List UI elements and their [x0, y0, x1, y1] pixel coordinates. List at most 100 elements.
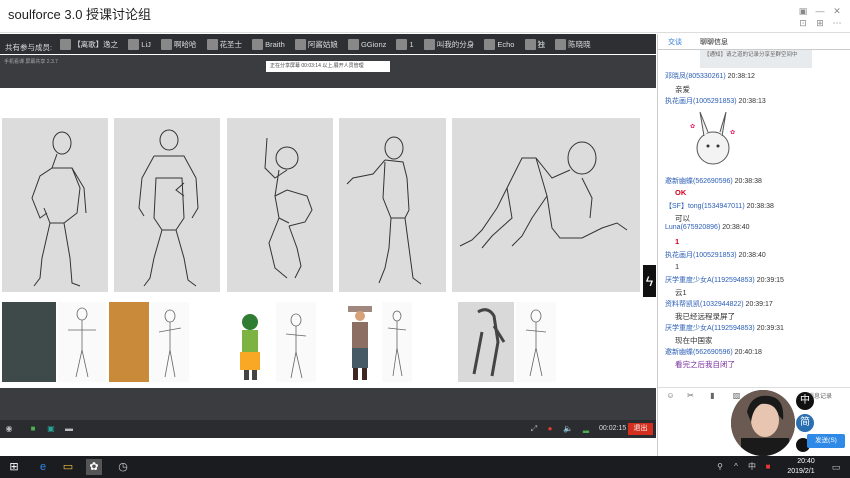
member-item[interactable]: 1: [396, 34, 414, 54]
reference-image: [226, 302, 274, 382]
member-item[interactable]: 陈晓晓: [555, 34, 591, 54]
tray-arrow-icon[interactable]: ^: [728, 459, 744, 475]
rabbit-sticker-art: ✿✿: [690, 111, 735, 165]
sender-id: (805330261): [686, 73, 726, 80]
volume-icon[interactable]: 🔈: [563, 424, 573, 434]
sketch-panel: [452, 118, 640, 292]
clock-date[interactable]: 2019/2/1: [776, 468, 826, 475]
sender-name[interactable]: 邀新幽蝶: [665, 349, 693, 356]
emoji-icon[interactable]: ☺: [666, 391, 675, 400]
message-time: 20:39:15: [756, 277, 784, 284]
settings-icon[interactable]: ▣: [797, 6, 809, 16]
sketch-panel: [114, 118, 220, 292]
message-header: 资料帮凯凯(1032944822) 20:39:17: [665, 299, 773, 309]
mic-icon[interactable]: ●: [545, 424, 555, 434]
avatar: [160, 38, 172, 50]
browser-icon[interactable]: e: [35, 459, 51, 475]
member-name: 【离歌】逸之: [73, 39, 119, 49]
tab-chat-info[interactable]: 聊聊信息: [700, 37, 728, 47]
share-tooltip: 正在分享屏幕 00:03:14 以上,展开人员管理: [266, 61, 390, 72]
scissors-icon[interactable]: ✂: [686, 391, 695, 400]
message-body: OK: [675, 188, 687, 197]
simplified-badge[interactable]: 简: [796, 414, 814, 432]
character-art: [240, 314, 260, 380]
tab-chat[interactable]: 交谈: [668, 37, 682, 47]
avatar: [347, 38, 359, 50]
group-notice[interactable]: 【通知】请之道的记录分享至群空间中: [700, 50, 812, 68]
member-item[interactable]: 【离歌】逸之: [60, 34, 118, 54]
whiteboard-icon[interactable]: ▬: [64, 424, 74, 434]
avatar: [206, 38, 218, 50]
reference-image: [58, 302, 106, 382]
webcam-feed[interactable]: [731, 390, 795, 456]
send-button[interactable]: 发送(S): [807, 434, 845, 448]
clock-app-icon[interactable]: ◷: [115, 459, 131, 475]
minimize-icon[interactable]: —: [814, 6, 826, 16]
share-icon[interactable]: ■: [28, 424, 38, 434]
sender-name[interactable]: 厌学重度少女A: [665, 325, 712, 332]
drawing-canvas: [0, 88, 656, 388]
input-language[interactable]: 中: [744, 459, 760, 475]
sender-name[interactable]: 邓晓凤: [665, 73, 686, 80]
taskbar: ⊞ e ▭ ✿ ◷ ⚲ ^ 中 ■ 20:40 2019/2/1 ▭: [0, 456, 850, 478]
figure-sketch: [525, 309, 547, 377]
message-body: 云1: [675, 288, 687, 297]
avatar: [60, 38, 72, 50]
reference-image: [458, 302, 514, 382]
sender-name[interactable]: 邀新幽蝶: [665, 178, 693, 185]
windows-start-icon[interactable]: ⊞: [6, 459, 22, 475]
member-name: Echo: [497, 39, 515, 49]
chart-icon[interactable]: ▮: [708, 391, 717, 400]
sender-name[interactable]: Luna: [665, 224, 681, 231]
sender-name[interactable]: 厌学重度少女A: [665, 277, 712, 284]
member-item[interactable]: Braith: [252, 34, 285, 54]
sender-name[interactable]: 执花画月: [665, 98, 693, 105]
more-icon[interactable]: ⋯: [831, 18, 843, 28]
figure-sketch: [158, 309, 182, 378]
app-icon[interactable]: ✿: [86, 459, 102, 475]
person-icon[interactable]: ⚲: [712, 459, 728, 475]
folder-icon[interactable]: ▭: [60, 459, 76, 475]
member-item[interactable]: LiJ: [128, 34, 151, 54]
title-bar: soulforce 3.0 授课讨论组 ▣ — ✕ ⊡ ⊞ ⋯: [0, 0, 850, 33]
avatar: [396, 38, 408, 50]
member-item[interactable]: 啊哈哈: [160, 34, 196, 54]
sketch-panel: [2, 118, 108, 292]
rabbit-sticker[interactable]: ✿ ✿: [686, 108, 740, 168]
member-item[interactable]: 独: [524, 34, 545, 54]
sender-id: (1032944822): [700, 301, 744, 308]
message-body: 我已经远程录屏了: [675, 312, 735, 321]
member-item[interactable]: GGionz: [347, 34, 386, 54]
record-icon[interactable]: ◉: [4, 424, 14, 434]
screen-share-video[interactable]: 手机看课 屏幕共享 2.3.7 正在分享屏幕 00:03:14 以上,展开人员管…: [0, 55, 656, 438]
webcam-person: [731, 390, 795, 456]
clock-time[interactable]: 20:40: [786, 458, 826, 465]
pin-icon[interactable]: ⊡: [797, 18, 809, 28]
message-header: 执花画月(1005291853) 20:38:40: [665, 250, 766, 260]
member-name: LiJ: [141, 39, 151, 49]
message-header: 【SF】tong(1534947011) 20:38:38: [665, 201, 774, 211]
sender-name[interactable]: 执花画月: [665, 252, 693, 259]
member-item[interactable]: 阿酱姑娘: [294, 34, 338, 54]
close-icon[interactable]: ✕: [831, 6, 843, 16]
tray-app-icon[interactable]: ■: [760, 459, 776, 475]
avatar: [555, 38, 567, 50]
avatar: [294, 38, 306, 50]
reference-image: [109, 302, 149, 382]
sender-name[interactable]: 【SF】tong: [665, 203, 702, 210]
sender-id: (1005291853): [693, 252, 737, 259]
add-icon[interactable]: ⊞: [814, 18, 826, 28]
notification-icon[interactable]: ▭: [828, 459, 844, 475]
input-method-badge[interactable]: 中: [796, 392, 814, 410]
fullscreen-icon[interactable]: ⤢: [529, 424, 539, 434]
reference-image: [151, 302, 189, 382]
exit-button[interactable]: 退出: [628, 423, 653, 435]
member-item[interactable]: Echo: [484, 34, 514, 54]
lightning-icon[interactable]: ϟ: [643, 265, 656, 297]
member-item[interactable]: 花圣士: [206, 34, 242, 54]
figure-sketch: [387, 310, 407, 377]
avatar: [423, 38, 435, 50]
sender-name[interactable]: 资料帮凯凯: [665, 301, 700, 308]
member-item[interactable]: 叫我的分身: [423, 34, 474, 54]
window-icon[interactable]: ▣: [46, 424, 56, 434]
